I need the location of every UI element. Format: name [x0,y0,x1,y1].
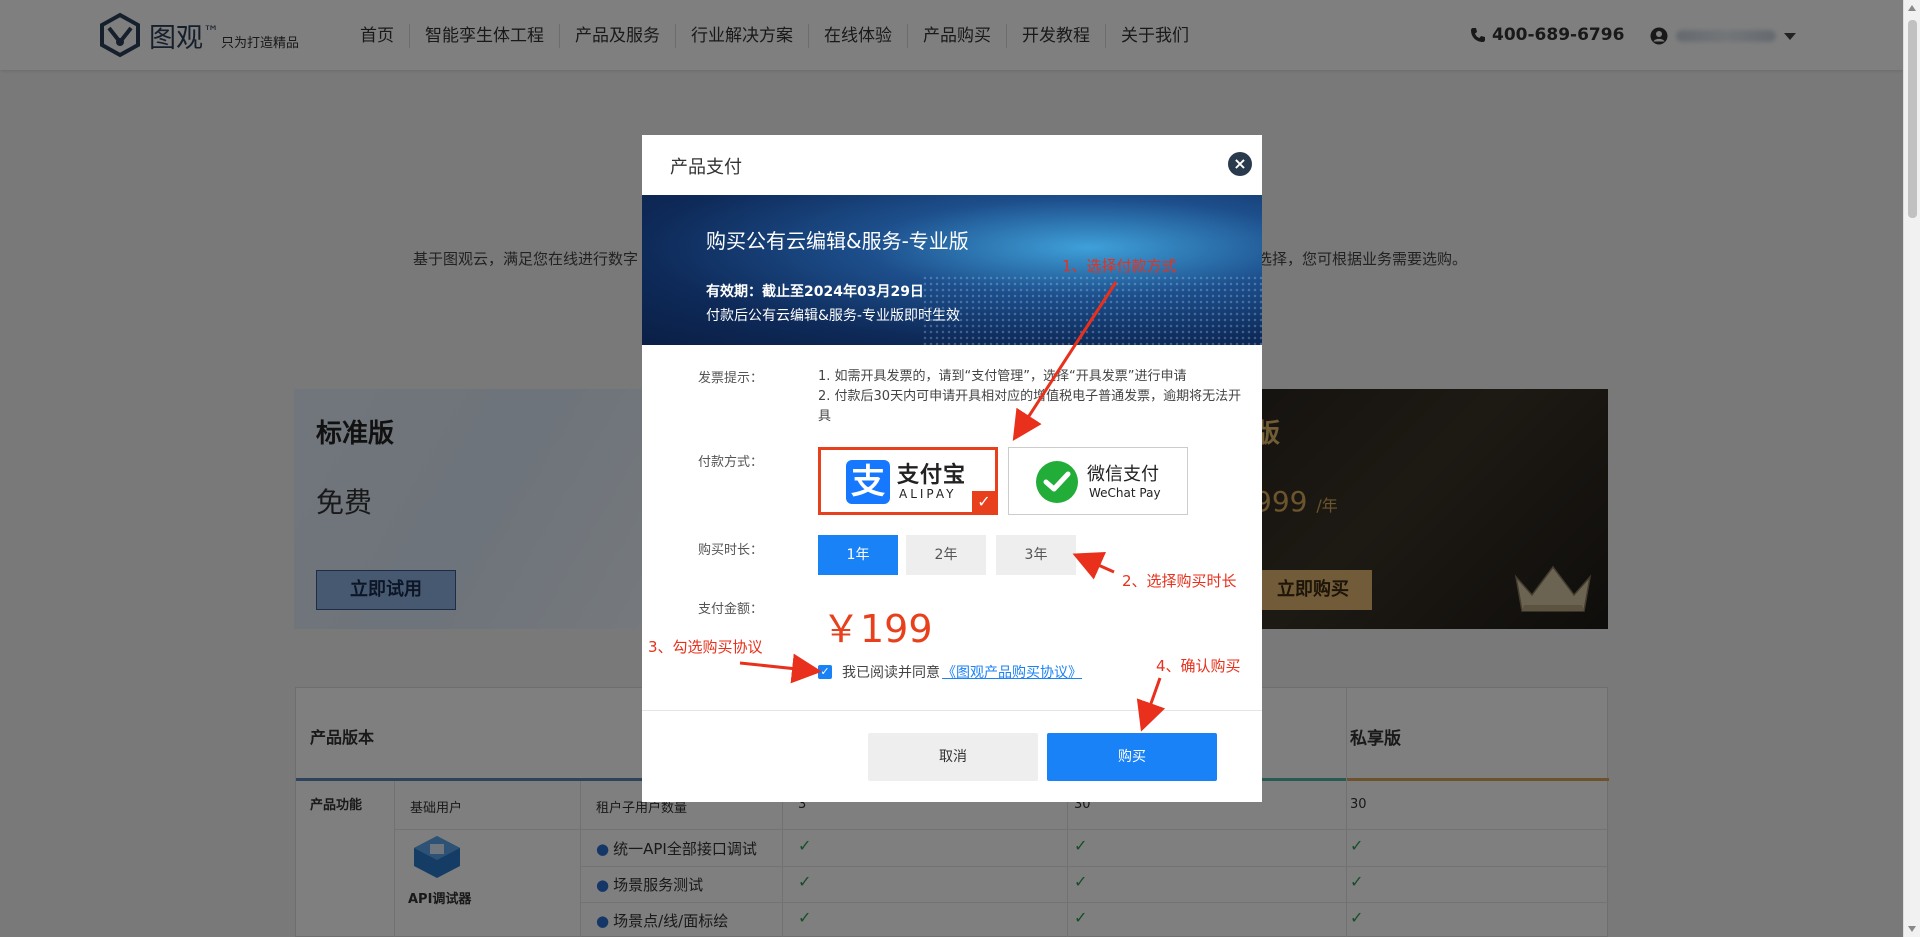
payment-dialog: 产品支付 × 购买公有云编辑&服务-专业版 有效期：截止至2024年03月29日… [642,135,1262,802]
alipay-name: 支付宝 [897,463,967,488]
selected-check-icon: ✓ [972,491,996,513]
wechat-pay-icon [1036,461,1078,503]
banner-note: 付款后公有云编辑&服务-专业版即时生效 [706,308,960,324]
duration-3-years[interactable]: 3年 [996,535,1076,575]
scroll-up-icon[interactable] [1908,5,1916,11]
alipay-option[interactable]: 支 支付宝 ALIPAY ✓ [818,447,998,515]
duration-label: 购买时长： [698,543,764,558]
wechat-pay-option[interactable]: 微信支付 WeChat Pay [1008,447,1188,515]
wechat-pay-name: 微信支付 [1087,464,1159,485]
payment-method-label: 付款方式： [698,455,764,470]
duration-1-year[interactable]: 1年 [818,535,898,575]
alipay-sub: ALIPAY [899,487,957,501]
scroll-thumb[interactable] [1908,20,1917,218]
agreement-text: 我已阅读并同意 [842,665,940,681]
wechat-pay-sub: WeChat Pay [1089,486,1161,500]
cancel-button[interactable]: 取消 [868,733,1038,781]
invoice-hint-line2: 2. 付款后30天内可申请开具相对应的增值税电子普通发票，逾期将无法开具 [818,389,1242,424]
annotation-step2: 2、选择购买时长 [1122,572,1237,590]
dialog-title: 产品支付 [670,157,742,178]
alipay-icon: 支 [846,460,890,504]
banner-decoration [922,275,1262,345]
amount-label: 支付金额： [698,602,764,617]
banner-validity: 有效期：截止至2024年03月29日 [706,284,924,300]
payment-amount: ￥199 [822,607,933,651]
invoice-hint: 1. 如需开具发票的，请到“支付管理”，选择“开具发票”进行申请 2. 付款后3… [818,367,1248,427]
agreement-link[interactable]: 《图观产品购买协议》 [942,662,1082,682]
dialog-footer-divider [642,710,1262,711]
page-scrollbar[interactable] [1903,0,1920,937]
invoice-label: 发票提示： [698,371,764,386]
invoice-hint-line1: 1. 如需开具发票的，请到“支付管理”，选择“开具发票”进行申请 [818,369,1187,384]
buy-button[interactable]: 购买 [1047,733,1217,781]
annotation-step1: 1、选择付款方式 [1062,257,1177,275]
scroll-down-icon[interactable] [1908,926,1916,932]
annotation-step4: 4、确认购买 [1156,657,1241,675]
agreement-checkbox[interactable]: ✓ [818,665,832,679]
agreement-row: ✓ 我已阅读并同意 《图观产品购买协议》 [818,662,1082,682]
annotation-step3: 3、勾选购买协议 [648,638,763,656]
banner-product-title: 购买公有云编辑&服务-专业版 [706,229,969,253]
duration-2-years[interactable]: 2年 [906,535,986,575]
close-icon[interactable]: × [1228,152,1252,176]
